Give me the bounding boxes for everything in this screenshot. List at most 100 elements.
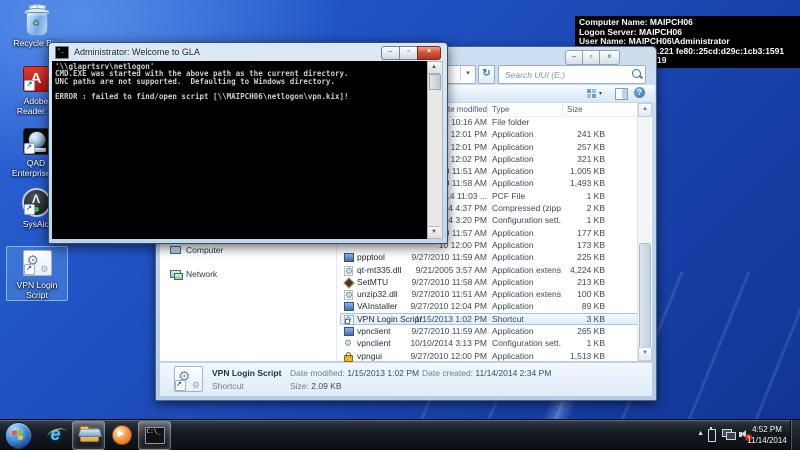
details-date-modified-label: Date modified:	[290, 368, 345, 378]
media-player-icon	[111, 424, 132, 445]
search-icon[interactable]	[632, 69, 641, 78]
cmd-window-controls: – ▫ ×	[381, 46, 441, 60]
gear-icon: ⚙	[191, 380, 200, 390]
file-row[interactable]: vpngui 9/27/2010 12:00 PM Application 1,…	[340, 350, 640, 362]
desktop: ♻ Recycle Bin A ↗ Adobe Reader XI ↗ QAD …	[0, 0, 800, 450]
computer-icon	[170, 245, 181, 255]
help-button[interactable]: ?	[634, 87, 645, 98]
desktop-icon-vpn-login-script[interactable]: ⚙ ⚙ ↗ VPN Login Script	[6, 246, 68, 301]
file-row[interactable]: SetMTU 9/27/2010 11:58 AM Application 21…	[340, 276, 640, 289]
file-date-modified: 9/27/2010 11:51 AM	[411, 289, 487, 300]
file-list-scrollbar[interactable]: ▲ ▼	[637, 103, 652, 361]
details-size-value: 2.09 KB	[311, 381, 342, 391]
network-tray-icon[interactable]	[722, 429, 736, 440]
views-icon	[587, 89, 596, 98]
taskbar-clock[interactable]: 4:52 PM 11/14/2014	[744, 424, 790, 446]
scroll-up-button[interactable]: ▲	[428, 62, 440, 74]
sysaid-icon: Λ ↗	[21, 187, 51, 217]
close-button[interactable]: ×	[599, 50, 620, 65]
scroll-down-button[interactable]: ▼	[428, 226, 440, 238]
file-size: 1,493 KB	[570, 178, 605, 189]
taskbar: e ▲ – 4:52 PM 11/14/2014	[0, 419, 800, 450]
selected-file-icon: ⚙ ⚙ ↗	[174, 366, 203, 392]
scrollbar-thumb[interactable]	[429, 74, 441, 90]
adobe-reader-icon: A ↗	[23, 66, 49, 92]
sidebar-item-network[interactable]: Network	[170, 268, 217, 280]
column-header-size[interactable]: Size	[567, 103, 583, 116]
file-size: 1 KB	[586, 215, 605, 226]
taskbar-item-media-player[interactable]	[106, 421, 137, 448]
file-size: 213 KB	[577, 276, 605, 287]
file-date-modified: 10/10/2014 3:13 PM	[410, 338, 487, 349]
details-date-modified-value: 1/15/2013 1:02 PM	[347, 368, 420, 378]
file-row[interactable]: vpnclient 9/27/2010 11:59 AM Application…	[340, 325, 640, 337]
windows-flag-icon	[12, 429, 24, 441]
folder-icon	[77, 426, 102, 443]
scrollbar-thumb[interactable]	[639, 243, 651, 357]
search-box	[498, 65, 646, 84]
cmd-icon	[55, 45, 69, 59]
file-row[interactable]: vpnclient 10/10/2014 3:13 PM Configurati…	[340, 337, 640, 349]
file-row[interactable]: VPN Login Script 1/15/2013 1:02 PM Short…	[340, 312, 640, 326]
details-pane: ⚙ ⚙ ↗ VPN Login Script Shortcut Date mod…	[160, 362, 652, 396]
refresh-button[interactable]: ↻	[478, 65, 495, 84]
explorer-window-controls: – ▫ ×	[565, 50, 620, 65]
file-row[interactable]: qt-mt335.dll 9/21/2005 3:57 AM Applicati…	[340, 264, 640, 277]
details-date-created-label: Date created:	[422, 368, 474, 378]
file-date-modified: 9/27/2010 11:58 AM	[411, 276, 487, 287]
shortcut-arrow-icon: ↗	[175, 380, 186, 391]
recycle-glyph: ♻	[31, 18, 41, 28]
minimize-button[interactable]: –	[381, 46, 399, 60]
file-size: 321 KB	[577, 153, 605, 164]
file-size: 1 KB	[586, 190, 605, 201]
show-desktop-button[interactable]	[790, 420, 800, 450]
details-file-type: Shortcut	[212, 381, 244, 391]
address-dropdown-button[interactable]: ▾	[460, 66, 475, 81]
shortcut-arrow-icon: ↗	[24, 80, 35, 91]
file-row[interactable]: VAInstaller 9/27/2010 12:04 PM Applicati…	[340, 300, 640, 312]
shortcut-arrow-icon: ↗	[23, 142, 35, 154]
maximize-button[interactable]: ▫	[582, 50, 599, 65]
shortcut-arrow-icon: ↗	[23, 264, 35, 275]
network-icon	[170, 269, 183, 280]
minimize-button[interactable]: –	[565, 50, 582, 65]
taskbar-item-internet-explorer[interactable]: e	[40, 421, 71, 448]
file-size: 1 KB	[586, 338, 605, 349]
internet-explorer-icon: e	[50, 424, 61, 444]
scroll-down-button[interactable]: ▼	[638, 347, 652, 361]
file-row[interactable]: ppptool 9/27/2010 11:59 AM Application 2…	[340, 251, 640, 263]
tray-expand-icon[interactable]: ▲	[697, 430, 704, 437]
preview-pane-button[interactable]	[615, 88, 628, 100]
views-button[interactable]: ▾	[587, 88, 611, 99]
file-row[interactable]: unzip32.dll 9/27/2010 11:51 AM Applicati…	[340, 288, 640, 301]
console-line: UNC paths are not supported. Defaulting …	[55, 76, 335, 86]
file-size: 1,513 KB	[570, 350, 605, 361]
taskbar-item-command-prompt[interactable]	[138, 421, 171, 450]
console-scrollbar[interactable]: ▲ ▼	[427, 61, 443, 239]
start-button[interactable]	[5, 422, 32, 449]
sidebar-item-computer[interactable]: Computer	[170, 244, 223, 256]
file-size: 177 KB	[577, 227, 605, 238]
file-date-modified: 1/15/2013 1:02 PM	[415, 313, 487, 324]
file-size: 3 KB	[586, 313, 605, 324]
close-button[interactable]: ×	[417, 46, 441, 60]
details-size-label: Size:	[290, 381, 309, 391]
battery-icon[interactable]	[708, 427, 716, 442]
details-date-created-value: 11/14/2014 2:34 PM	[475, 368, 552, 378]
maximize-button[interactable]: ▫	[399, 46, 417, 60]
console-output[interactable]: '\\glaprtsrv\netlogon' CMD.EXE was start…	[52, 61, 429, 239]
clock-time: 4:52 PM	[752, 425, 782, 434]
file-size: 265 KB	[577, 326, 605, 337]
file-size: 225 KB	[577, 252, 605, 263]
cmd-window-title: Administrator: Welcome to GLA	[74, 47, 200, 57]
taskbar-item-windows-explorer[interactable]	[72, 421, 105, 450]
search-input[interactable]	[503, 67, 621, 82]
shortcut-arrow-icon: ↗	[23, 203, 35, 215]
sidebar-item-label: Network	[186, 269, 218, 279]
file-date-modified: 9/27/2010 12:04 PM	[410, 301, 487, 312]
column-header-type[interactable]: Type	[492, 103, 509, 116]
column-separator	[562, 104, 563, 115]
scroll-up-button[interactable]: ▲	[638, 103, 652, 117]
console-error-line: ERROR : failed to find/open script [\\MA…	[55, 91, 349, 101]
file-size: 89 KB	[581, 301, 605, 312]
